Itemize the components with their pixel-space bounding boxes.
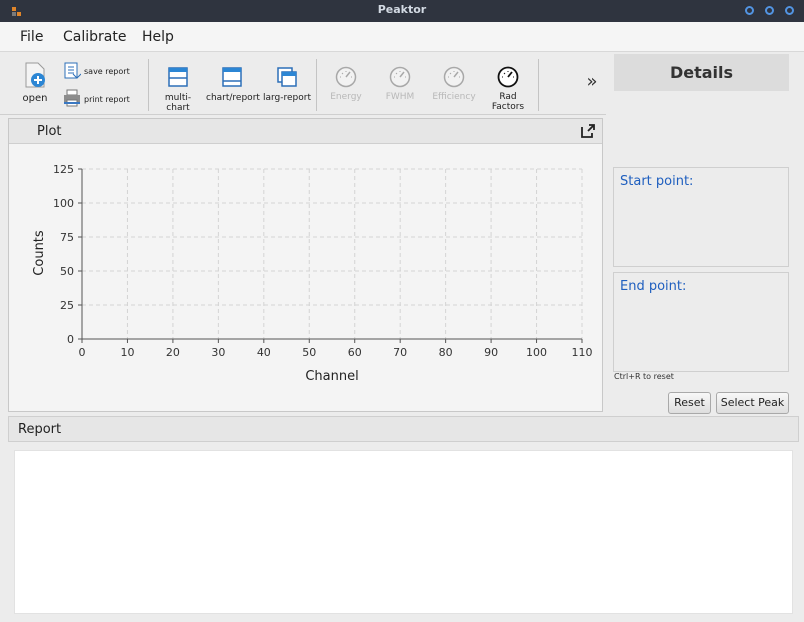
multi-chart-icon <box>168 67 188 87</box>
toolbar-separator <box>316 59 317 111</box>
x-tick-label: 110 <box>572 346 593 359</box>
y-tick-label: 0 <box>67 333 74 346</box>
report-header: Report <box>8 416 799 442</box>
chart-report-icon <box>222 67 242 87</box>
larg-report-label: larg-report <box>262 93 311 103</box>
app-window: Peaktor File Calibrate Help open save re… <box>0 0 804 622</box>
save-report-label: save report <box>84 67 130 76</box>
x-axis-label: Channel <box>305 369 358 384</box>
x-tick-label: 80 <box>439 346 453 359</box>
multi-chart-label: multi-chart <box>164 93 192 113</box>
toolbar-overflow-button[interactable]: » <box>580 71 604 92</box>
larg-report-button[interactable]: larg-report <box>262 67 312 103</box>
plot-chart[interactable]: 0 10 20 30 40 50 60 70 80 90 100 110 0255075100125 … <box>9 145 602 412</box>
gauge-icon <box>443 66 465 88</box>
menu-file[interactable]: File <box>20 29 43 45</box>
gauge-icon <box>497 66 519 88</box>
menu-help[interactable]: Help <box>142 29 174 45</box>
fwhm-button[interactable]: FWHM <box>378 66 422 102</box>
x-tick-label: 90 <box>484 346 498 359</box>
x-tick-label: 0 <box>79 346 86 359</box>
save-report-icon <box>64 62 81 79</box>
plot-header: Plot <box>9 119 602 144</box>
report-title: Report <box>18 422 62 437</box>
y-tick-label: 25 <box>60 299 74 312</box>
fwhm-label: FWHM <box>385 92 415 102</box>
maximize-icon[interactable] <box>765 6 774 15</box>
y-tick-label: 125 <box>53 163 74 176</box>
larg-report-icon <box>277 67 297 87</box>
details-header: Details <box>614 54 789 91</box>
gauge-icon <box>335 66 357 88</box>
y-tick-label: 75 <box>60 231 74 244</box>
toolbar-separator <box>538 59 539 111</box>
y-axis-ticks: 0 25 50 75 100 125 <box>53 163 82 346</box>
plot-area <box>82 169 582 339</box>
x-tick-label: 100 <box>526 346 547 359</box>
select-peak-button[interactable]: Select Peak <box>716 392 789 414</box>
x-tick-label: 20 <box>166 346 180 359</box>
chart-grid <box>81 168 583 340</box>
start-point-box: Start point: <box>613 167 789 267</box>
end-point-box: End point: <box>613 272 789 372</box>
y-tick-label: 50 <box>60 265 74 278</box>
x-tick-label: 50 <box>302 346 316 359</box>
title-bar: Peaktor <box>0 0 804 22</box>
gauge-icon <box>389 66 411 88</box>
x-tick-label: 40 <box>257 346 271 359</box>
energy-button[interactable]: Energy <box>324 66 368 102</box>
reset-button[interactable]: Reset <box>668 392 711 414</box>
chart-report-button[interactable]: chart/report <box>206 67 260 103</box>
popout-icon[interactable] <box>580 123 596 139</box>
menu-calibrate[interactable]: Calibrate <box>63 29 126 45</box>
y-axis-label: Counts <box>32 230 47 276</box>
print-report-button[interactable]: print report <box>63 89 143 107</box>
x-axis-ticks: 0 10 20 30 40 50 60 70 80 90 100 110 <box>79 339 593 359</box>
open-label: open <box>22 93 48 104</box>
open-file-icon <box>25 62 45 88</box>
plot-title: Plot <box>37 124 62 139</box>
rad-factors-button[interactable]: Rad Factors <box>482 66 534 112</box>
x-tick-label: 10 <box>120 346 134 359</box>
x-tick-label: 70 <box>393 346 407 359</box>
reset-hint: Ctrl+R to reset <box>614 372 674 381</box>
chart-report-label: chart/report <box>206 93 260 103</box>
print-report-label: print report <box>84 95 130 104</box>
plot-panel: Plot 0 10 20 30 40 50 60 70 80 90 100 110 0 25 50 75 10… <box>8 118 603 412</box>
toolbar: open save report print report multi-char… <box>0 53 606 115</box>
printer-icon <box>64 89 80 107</box>
window-title: Peaktor <box>377 3 427 16</box>
start-point-label: Start point: <box>620 174 694 189</box>
save-report-button[interactable]: save report <box>63 62 143 80</box>
efficiency-button[interactable]: Efficiency <box>430 66 478 102</box>
x-tick-label: 60 <box>348 346 362 359</box>
x-tick-label: 30 <box>211 346 225 359</box>
y-tick-label: 100 <box>53 197 74 210</box>
menu-bar: File Calibrate Help <box>0 22 804 52</box>
minimize-icon[interactable] <box>745 6 754 15</box>
multi-chart-button[interactable]: multi-chart <box>154 67 202 113</box>
rad-factors-label: Rad Factors <box>491 92 525 112</box>
end-point-label: End point: <box>620 279 687 294</box>
energy-label: Energy <box>330 92 362 102</box>
toolbar-separator <box>148 59 149 111</box>
open-button[interactable]: open <box>20 61 50 104</box>
efficiency-label: Efficiency <box>432 92 476 102</box>
report-text-area[interactable] <box>14 450 793 614</box>
close-icon[interactable] <box>785 6 794 15</box>
